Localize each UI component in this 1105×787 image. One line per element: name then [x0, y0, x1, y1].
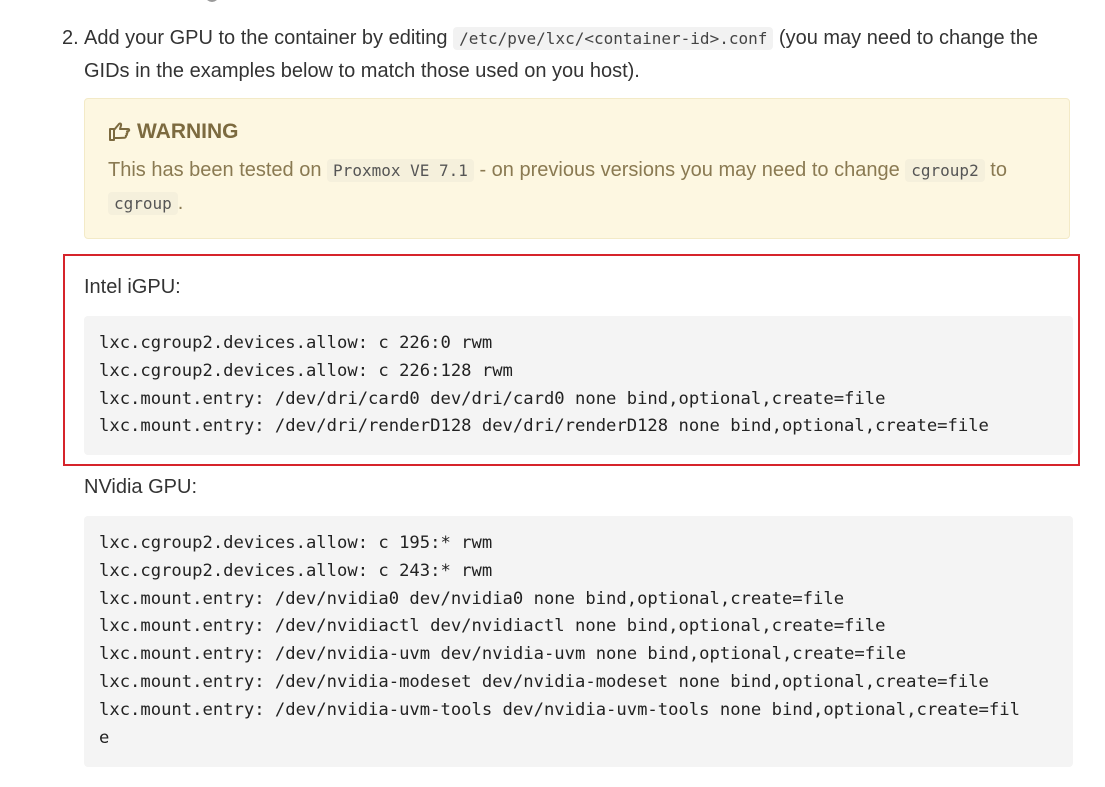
code-line: lxc.mount.entry: /dev/nvidia0 dev/nvidia… — [99, 588, 845, 609]
intel-code-block[interactable]: lxc.cgroup2.devices.allow: c 226:0 rwm l… — [84, 316, 1073, 455]
code-line: lxc.cgroup2.devices.allow: c 226:128 rwm — [99, 360, 513, 381]
code-line: lxc.cgroup2.devices.allow: c 243:* rwm — [99, 560, 493, 581]
code-line: lxc.mount.entry: /dev/dri/card0 dev/dri/… — [99, 388, 886, 409]
warning-title: WARNING — [137, 120, 239, 143]
code-line: lxc.cgroup2.devices.allow: c 195:* rwm — [99, 533, 493, 553]
nvidia-code-block[interactable]: lxc.cgroup2.devices.allow: c 195:* rwm l… — [84, 516, 1073, 767]
cut-off-marker — [206, 0, 218, 2]
code-line: lxc.cgroup2.devices.allow: c 226:0 rwm — [99, 333, 493, 353]
code-line: lxc.mount.entry: /dev/nvidia-modeset dev… — [99, 671, 989, 692]
nvidia-gpu-label: NVidia GPU: — [84, 476, 198, 498]
warning-text-part: This has been tested on — [108, 159, 328, 181]
code-line: lxc.mount.entry: /dev/nvidiactl dev/nvid… — [99, 616, 886, 637]
step-item: 2. Add your GPU to the container by edit… — [62, 22, 1072, 87]
warning-text-part: to — [984, 159, 1007, 181]
step-number: 2. — [62, 27, 79, 49]
code-line: e — [99, 727, 110, 748]
step-text-before: Add your GPU to the container by editing — [84, 27, 454, 49]
code-line: lxc.mount.entry: /dev/dri/renderD128 dev… — [99, 416, 989, 437]
warning-callout: WARNING This has been tested on Proxmox … — [84, 98, 1070, 239]
warning-text-part: . — [177, 192, 184, 214]
cgroup2-code: cgroup2 — [905, 159, 985, 182]
hand-pointing-icon — [108, 120, 132, 144]
step-text: Add your GPU to the container by editing… — [84, 22, 1072, 87]
intel-gpu-label: Intel iGPU: — [84, 276, 181, 298]
code-line: lxc.mount.entry: /dev/nvidia-uvm dev/nvi… — [99, 644, 907, 665]
config-path-code: /etc/pve/lxc/<container-id>.conf — [453, 27, 774, 50]
version-code: Proxmox VE 7.1 — [327, 159, 474, 182]
warning-text: This has been tested on Proxmox VE 7.1 -… — [108, 154, 1048, 220]
warning-heading: WARNING — [108, 120, 239, 144]
code-line: lxc.mount.entry: /dev/nvidia-uvm-tools d… — [99, 699, 1020, 720]
cgroup-code: cgroup — [108, 192, 178, 215]
warning-text-part: - on previous versions you may need to c… — [473, 159, 906, 181]
